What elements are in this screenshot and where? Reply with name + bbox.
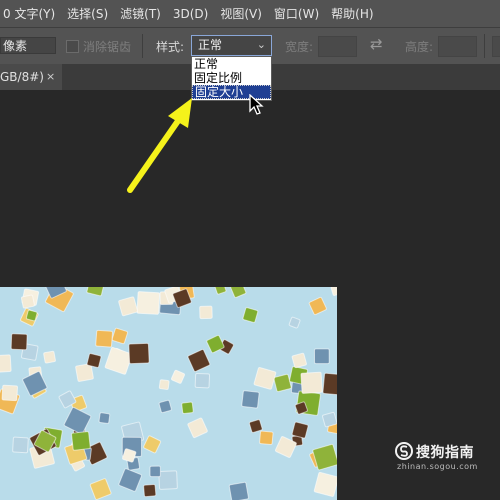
pattern-square [214,287,227,295]
pattern-square [194,372,211,389]
pattern-square [12,436,29,454]
pattern-square [187,349,211,372]
height-label: 高度: [405,40,434,54]
pattern-square [158,399,172,414]
pattern-square [10,333,28,351]
pattern-square [241,390,260,409]
pattern-square [170,369,186,384]
divider [484,34,485,58]
pattern-square [259,430,274,446]
menu-window[interactable]: 窗口(W) [268,5,325,22]
watermark-url-line: zhinan.sogou.com [397,462,478,471]
pattern-square [199,305,213,320]
pattern-square [230,287,247,298]
pattern-square [25,309,38,322]
pattern-square [313,348,330,365]
pattern-square [111,327,128,345]
antialias-label: 消除锯齿 [83,40,132,54]
pattern-square [242,307,259,323]
menu-filter[interactable]: 滤镜(T) [114,5,167,22]
pattern-square [308,296,327,316]
pattern-square [20,294,35,309]
pattern-square [104,346,133,375]
width-input[interactable] [318,36,357,57]
pattern-square [63,406,92,435]
pattern-square [0,354,12,373]
pattern-square [291,421,309,439]
pattern-square [86,287,105,297]
pattern-square [181,401,194,415]
chevron-down-icon: ⌄ [256,38,266,51]
divider [142,34,143,58]
pattern-square [291,352,307,369]
pattern-square [95,329,113,348]
style-select[interactable]: 正常 ⌄ [191,35,272,56]
menu-3d[interactable]: 3D(D) [167,7,214,21]
swap-icon[interactable]: ⇄ [370,35,383,53]
pattern-square [187,417,208,439]
height-input[interactable] [438,36,477,57]
sogou-logo-icon [395,442,413,460]
pattern-square [143,483,157,498]
document-tab[interactable]: GB/8#) × [0,64,62,90]
pattern-square [330,287,337,296]
pattern-square [313,471,337,497]
pattern-square [98,412,111,424]
menu-type[interactable]: 0 文字(Y) [0,5,61,22]
pattern-square [1,384,19,402]
pattern-square [43,350,56,364]
pattern-square [248,419,263,433]
document-canvas[interactable] [0,287,337,500]
antialias-checkbox[interactable] [66,40,79,53]
menu-help[interactable]: 帮助(H) [325,5,379,22]
pattern-square [143,435,162,454]
pattern-square [89,478,112,500]
watermark-text: 搜狗指南 [416,445,474,461]
style-select-value: 正常 [198,38,223,52]
pattern-square [118,468,142,492]
pattern-square [322,411,337,428]
close-icon[interactable]: × [46,64,55,90]
mouse-cursor-icon [249,94,264,115]
pattern-square [322,372,337,396]
pattern-square [118,296,138,317]
pattern-square [86,353,102,368]
canvas-pattern [0,287,337,500]
pattern-square [273,373,292,393]
feather-field[interactable]: 像素 [0,37,56,54]
pattern-square [158,379,170,390]
pattern-square [136,291,161,315]
menu-bar: 0 文字(Y) 选择(S) 滤镜(T) 3D(D) 视图(V) 窗口(W) 帮助… [0,0,500,27]
pattern-square [288,316,301,329]
width-label: 宽度: [285,40,314,54]
document-tab-title: GB/8#) [0,70,44,84]
pattern-square [253,367,277,390]
select-and-mask-button[interactable] [492,36,500,57]
style-label: 样式: [156,40,185,54]
pattern-square [228,481,249,500]
pattern-square [158,470,178,490]
pattern-square [128,342,150,365]
style-option-normal[interactable]: 正常 [192,57,271,71]
pattern-square [300,371,323,394]
style-option-fixed-ratio[interactable]: 固定比例 [192,71,271,85]
pattern-square [71,431,91,451]
pattern-square [149,465,161,478]
menu-view[interactable]: 视图(V) [214,5,268,22]
menu-select[interactable]: 选择(S) [61,5,114,22]
annotation-arrow-icon [127,98,192,193]
